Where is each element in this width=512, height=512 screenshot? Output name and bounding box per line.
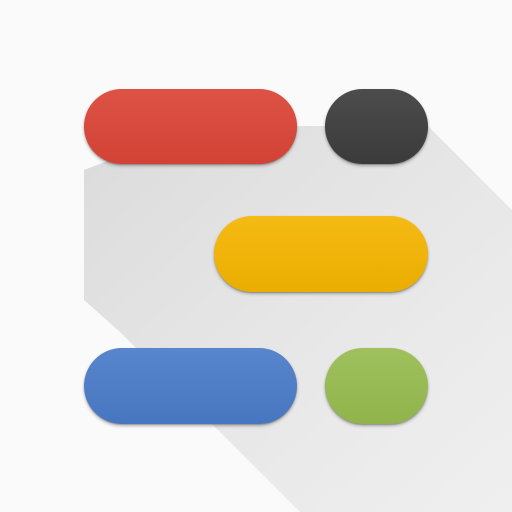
blue-bar [84, 348, 297, 424]
red-bar [84, 89, 297, 164]
black-bar [325, 89, 428, 164]
yellow-bar [214, 216, 428, 292]
green-bar [325, 348, 428, 424]
app-icon [0, 0, 512, 512]
shadow-shape [84, 126, 512, 512]
